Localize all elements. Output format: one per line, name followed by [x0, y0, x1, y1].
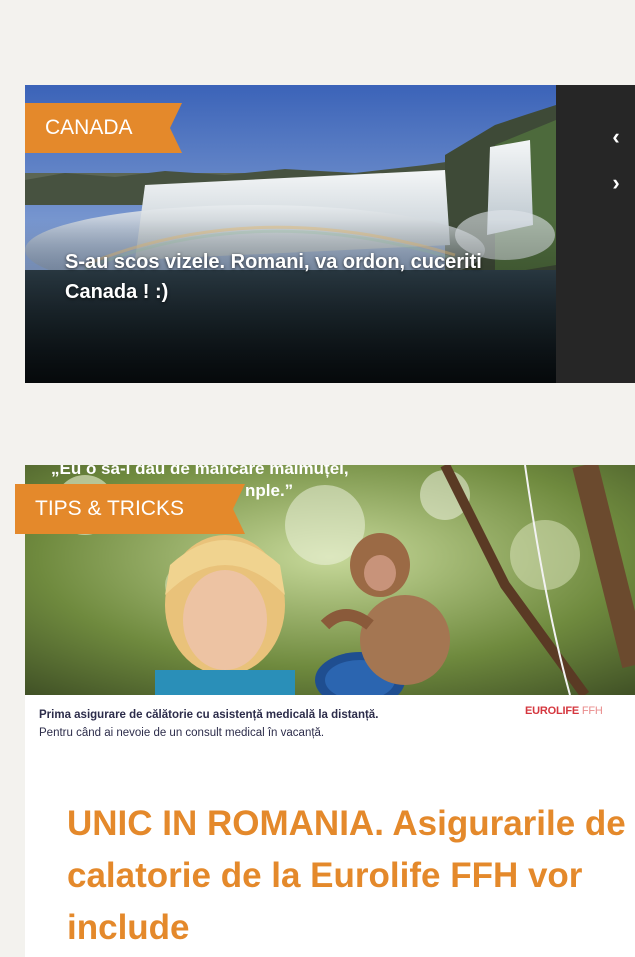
ad-quote-line2: nple.” [245, 481, 294, 500]
eurolife-logo: EUROLIFE FFH [525, 705, 603, 717]
ad-quote-line1: „Eu o sa-i dau de mancare maimuței, [51, 465, 349, 478]
category-tag-tips-tricks[interactable]: TIPS & TRICKS [15, 484, 245, 534]
chevron-left-icon[interactable]: ‹ [604, 125, 628, 149]
ad-headline: Prima asigurare de călătorie cu asistenț… [39, 709, 379, 721]
slider-nav: ‹ › [556, 85, 635, 383]
ad-subline: Pentru când ai nevoie de un consult medi… [39, 727, 325, 739]
slide-title[interactable]: S-au scos vizele. Romani, va ordon, cuce… [65, 247, 485, 307]
article-card: „Eu o sa-i dau de mancare maimuței, nple… [25, 465, 635, 957]
category-tag-canada[interactable]: CANADA [25, 103, 182, 153]
article-title[interactable]: UNIC IN ROMANIA. Asigurarile de calatori… [67, 798, 627, 954]
chevron-right-icon[interactable]: › [604, 171, 628, 195]
